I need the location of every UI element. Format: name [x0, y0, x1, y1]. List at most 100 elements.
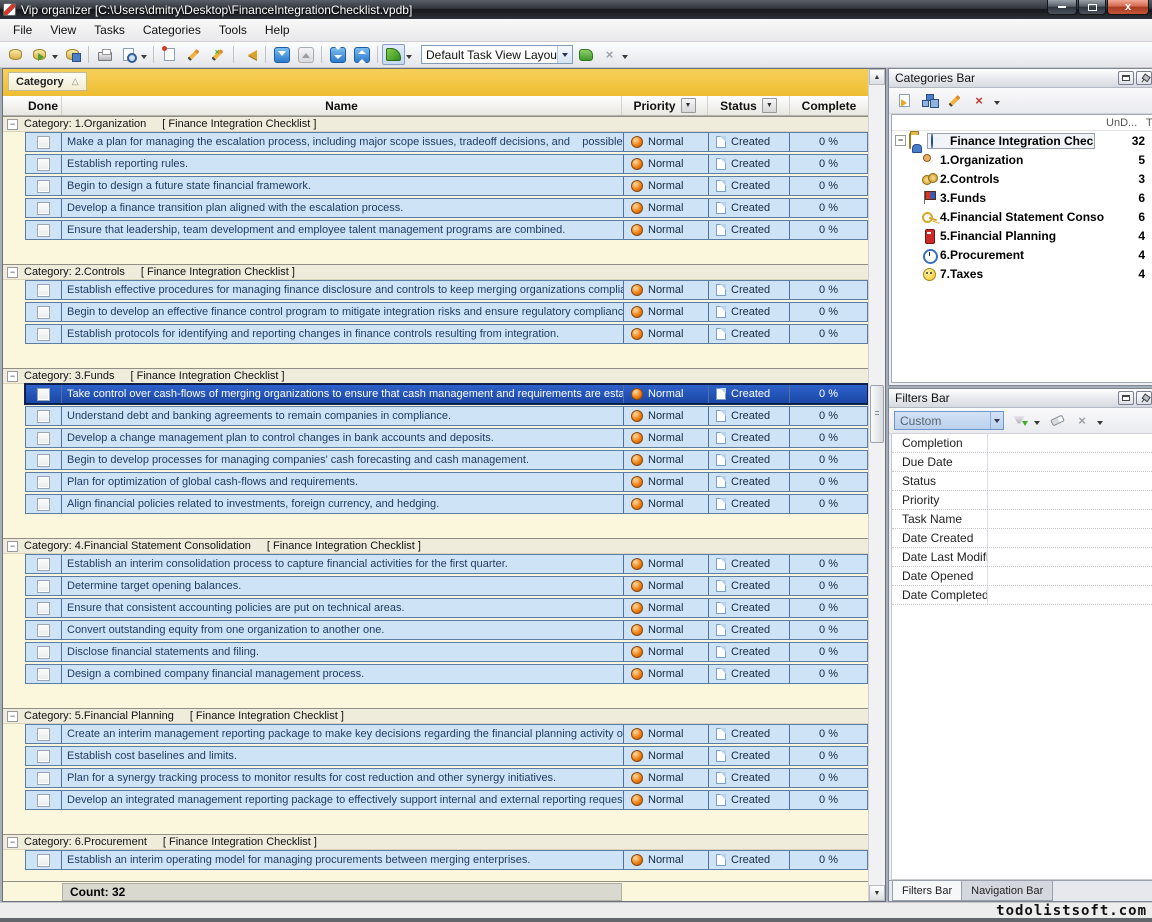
- menu-item[interactable]: Tools: [210, 20, 256, 40]
- done-checkbox[interactable]: [37, 624, 50, 637]
- column-header-priority[interactable]: Priority ▼: [622, 96, 708, 115]
- open-database-button[interactable]: [28, 44, 51, 65]
- category-tree-item[interactable]: 3.Funds 6 6: [892, 188, 1152, 207]
- undone-column-header[interactable]: UnD...: [1106, 117, 1146, 129]
- done-checkbox[interactable]: [37, 750, 50, 763]
- done-checkbox[interactable]: [37, 794, 50, 807]
- mark-complete-button[interactable]: [270, 44, 293, 65]
- edit-category-button[interactable]: [944, 92, 964, 110]
- vertical-scrollbar[interactable]: ▲ ▼: [868, 69, 885, 901]
- done-checkbox[interactable]: [37, 602, 50, 615]
- priority-filter-dropdown[interactable]: ▼: [681, 98, 696, 113]
- mark-incomplete-button[interactable]: [294, 44, 317, 65]
- task-row[interactable]: Plan for optimization of global cash-flo…: [25, 472, 868, 492]
- category-tree-item[interactable]: 2.Controls 3 3: [892, 169, 1152, 188]
- filters-pin-button[interactable]: [1136, 391, 1152, 405]
- task-row[interactable]: Develop a change management plan to cont…: [25, 428, 868, 448]
- task-row[interactable]: Establish an interim consolidation proce…: [25, 554, 868, 574]
- menu-item[interactable]: Tasks: [85, 20, 134, 40]
- task-row[interactable]: Make a plan for managing the escalation …: [25, 132, 868, 152]
- column-header-complete[interactable]: Complete: [790, 96, 868, 115]
- category-tree-item[interactable]: 4.Financial Statement Conso 6 6: [892, 207, 1152, 226]
- category-group-header[interactable]: − Category: 2.Controls [ Finance Integra…: [3, 264, 868, 280]
- category-tree-item[interactable]: 7.Taxes 4 4: [892, 264, 1152, 283]
- task-row[interactable]: Create an interim management reporting p…: [25, 724, 868, 744]
- task-row[interactable]: Determine target opening balances. Norma…: [25, 576, 868, 596]
- task-row[interactable]: Convert outstanding equity from one orga…: [25, 620, 868, 640]
- task-row[interactable]: Establish reporting rules. Normal Create…: [25, 154, 868, 174]
- filters-toolbar-overflow[interactable]: [1097, 421, 1103, 428]
- collapse-group-icon[interactable]: −: [7, 711, 18, 722]
- add-category-button[interactable]: [894, 92, 914, 110]
- duplicate-task-button[interactable]: [206, 44, 229, 65]
- column-header-status[interactable]: Status ▼: [708, 96, 790, 115]
- task-row[interactable]: Align financial policies related to inve…: [25, 494, 868, 514]
- done-checkbox[interactable]: [37, 432, 50, 445]
- panel-tab[interactable]: Navigation Bar: [961, 881, 1053, 901]
- task-row[interactable]: Ensure that leadership, team development…: [25, 220, 868, 240]
- root-category[interactable]: Finance Integration Checklis: [927, 133, 1095, 149]
- categories-toolbar-overflow[interactable]: [994, 101, 1000, 108]
- view-mode-dropdown[interactable]: [406, 55, 412, 62]
- layout-combo[interactable]: Default Task View Layout: [421, 45, 573, 64]
- done-checkbox[interactable]: [37, 646, 50, 659]
- task-row[interactable]: Begin to develop processes for managing …: [25, 450, 868, 470]
- task-row[interactable]: Begin to design a future state financial…: [25, 176, 868, 196]
- maximize-button[interactable]: [1078, 0, 1106, 15]
- scroll-down-button[interactable]: ▼: [869, 885, 885, 901]
- done-checkbox[interactable]: [37, 202, 50, 215]
- apply-filter-dropdown[interactable]: [1034, 421, 1040, 428]
- done-checkbox[interactable]: [37, 388, 50, 401]
- done-checkbox[interactable]: [37, 284, 50, 297]
- menu-item[interactable]: File: [4, 20, 41, 40]
- delete-category-button[interactable]: ×: [969, 92, 989, 110]
- menu-item[interactable]: Help: [256, 20, 299, 40]
- clear-filter-button[interactable]: [1047, 412, 1067, 430]
- category-group-header[interactable]: − Category: 3.Funds [ Finance Integratio…: [3, 368, 868, 384]
- edit-task-button[interactable]: [182, 44, 205, 65]
- new-task-button[interactable]: [158, 44, 181, 65]
- category-group-header[interactable]: − Category: 6.Procurement [ Finance Inte…: [3, 834, 868, 850]
- task-row[interactable]: Plan for a synergy tracking process to m…: [25, 768, 868, 788]
- print-preview-button[interactable]: [117, 44, 140, 65]
- done-checkbox[interactable]: [37, 854, 50, 867]
- task-row[interactable]: Develop a finance transition plan aligne…: [25, 198, 868, 218]
- task-row[interactable]: Begin to develop an effective finance co…: [25, 302, 868, 322]
- menu-item[interactable]: View: [41, 20, 85, 40]
- open-database-dropdown[interactable]: [52, 55, 58, 62]
- done-checkbox[interactable]: [37, 180, 50, 193]
- task-row[interactable]: Develop an integrated management reporti…: [25, 790, 868, 810]
- save-layout-button[interactable]: [574, 44, 597, 65]
- category-tree-item[interactable]: 5.Financial Planning 4 4: [892, 226, 1152, 245]
- expand-all-button[interactable]: [326, 44, 349, 65]
- collapse-group-icon[interactable]: −: [7, 119, 18, 130]
- task-row[interactable]: Disclose financial statements and filing…: [25, 642, 868, 662]
- done-checkbox[interactable]: [37, 772, 50, 785]
- done-checkbox[interactable]: [37, 224, 50, 237]
- filter-preset-dropdown[interactable]: [990, 412, 1003, 429]
- apply-filter-button[interactable]: [1009, 412, 1029, 430]
- categories-restore-button[interactable]: [1118, 71, 1134, 85]
- done-checkbox[interactable]: [37, 558, 50, 571]
- scrollbar-thumb[interactable]: [870, 385, 884, 443]
- done-checkbox[interactable]: [37, 306, 50, 319]
- scrollbar-track[interactable]: [869, 85, 885, 885]
- assign-task-button[interactable]: [238, 44, 261, 65]
- filters-restore-button[interactable]: [1118, 391, 1134, 405]
- total-column-header[interactable]: T...: [1146, 117, 1152, 129]
- categories-pin-button[interactable]: [1136, 71, 1152, 85]
- view-mode-button[interactable]: [382, 44, 405, 65]
- filter-value-field[interactable]: [988, 510, 1152, 528]
- print-dropdown[interactable]: [141, 55, 147, 62]
- task-row[interactable]: Understand debt and banking agreements t…: [25, 406, 868, 426]
- filter-value-field[interactable]: [988, 472, 1152, 490]
- task-row[interactable]: Establish protocols for identifying and …: [25, 324, 868, 344]
- task-row[interactable]: Establish cost baselines and limits. Nor…: [25, 746, 868, 766]
- category-tree-item[interactable]: 1.Organization 5 5: [892, 150, 1152, 169]
- done-checkbox[interactable]: [37, 410, 50, 423]
- layout-combo-dropdown[interactable]: [557, 46, 572, 63]
- done-checkbox[interactable]: [37, 158, 50, 171]
- tree-root-row[interactable]: − Finance Integration Checklis 32 32: [892, 131, 1152, 150]
- done-checkbox[interactable]: [37, 668, 50, 681]
- task-row[interactable]: Establish an interim operating model for…: [25, 850, 868, 870]
